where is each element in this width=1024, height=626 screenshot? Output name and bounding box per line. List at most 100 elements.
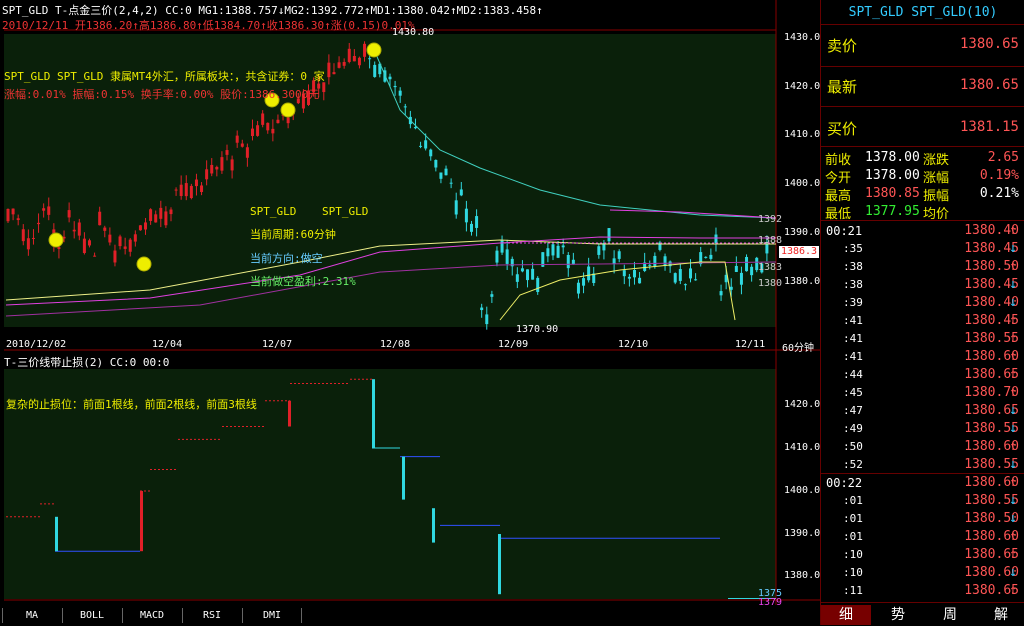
smiley-icon [136,256,152,272]
tab-boll[interactable]: BOLL [62,608,121,623]
candle-body [6,208,10,222]
tick-price: 1380.55 [964,457,1019,472]
stat-label: 前收 [825,153,852,168]
period-label: 60分钟 [782,343,815,354]
stats-box: 前收 1378.00 涨跌 2.65 今开 1378.00 涨幅 0.19% 最… [821,146,1024,222]
tab-week[interactable]: 周 [925,605,975,625]
tick-time: :52 [843,458,863,471]
tab-explain[interactable]: 解 [977,605,1024,625]
candle-body [745,256,749,272]
ma-line-purple [5,261,777,317]
candle-body [648,264,652,266]
tick-price: 1380.50 [964,259,1019,274]
candle-body [189,185,193,199]
candle-body [429,149,433,157]
tick-time: :10 [843,566,863,579]
candle-body [332,72,336,75]
stat-label: 振幅 [923,189,950,204]
tick-time: :44 [843,368,863,381]
candle-body [118,236,122,247]
tick-price: 1380.65 [964,547,1019,562]
candle-body [368,58,372,60]
tick-time: :41 [843,332,863,345]
candle-body [31,237,35,239]
candle-body [276,119,280,124]
arrow-up-icon: ↑ [1009,367,1017,382]
candle-body [16,218,20,221]
candle-body [342,61,346,66]
candle-body [72,229,76,232]
candle-body [250,128,254,137]
stop-bar [432,508,435,543]
candle-body [215,166,219,170]
tab-rsi[interactable]: RSI [182,608,241,623]
arrow-down-icon: ↓ [1009,565,1017,580]
candle-body [520,268,524,272]
candle-body [536,277,540,292]
stat-label: 涨幅 [923,171,950,186]
tab-trend[interactable]: 势 [873,605,923,625]
tick-price: 1380.40 [964,223,1019,238]
tick-time: :41 [843,350,863,363]
candle-body [419,145,423,147]
arrow-up-icon: ↑ [1009,259,1017,274]
buy-label: 买价 [827,120,858,138]
smiley-icon [48,232,64,248]
arrow-down-icon: ↓ [1009,241,1017,256]
tick-price: 1380.55 [964,331,1019,346]
candle-body [164,211,168,226]
candle-body [449,182,453,184]
tick-time: :50 [843,440,863,453]
stop-bar [140,491,143,552]
ma-label: 1392 [758,214,783,225]
chart-code: SPT_GLD [250,205,297,218]
y-tick: 1400.0 [784,485,821,496]
candle-body [403,106,407,108]
candle-body [149,209,153,221]
candle-body [37,222,41,225]
candle-body [612,258,616,264]
candle-body [42,208,46,211]
y-tick: 1420.0 [784,81,821,92]
tick-price: 1380.60 [964,349,1019,364]
candle-body [495,250,499,263]
candle-body [704,256,708,258]
tick-price: 1380.60 [964,439,1019,454]
candle-body [469,223,473,232]
candle-body [128,239,132,252]
arrow-down-icon: ↓ [1009,457,1017,472]
candle-body [673,273,677,283]
tab-macd[interactable]: MACD [122,608,181,623]
arrow-up-icon: ↑ [1009,583,1017,598]
tick-list[interactable]: 00:21 1380.40 ↑:35 1380.45 ↓:38 1380.50 ↑:38 13… [821,220,1024,603]
candle-body [113,250,117,263]
candle-body [683,284,687,286]
tab-detail[interactable]: 细 [821,605,871,625]
stop-bar [55,516,58,552]
tab-dmi[interactable]: DMI [242,608,302,623]
tick-time: :01 [843,512,863,525]
last-box: 最新 1380.65 [821,66,1024,107]
arrow-up-icon: ↑ [1009,475,1017,490]
candle-body [526,269,530,281]
tick-time: :38 [843,260,863,273]
candle-body [678,269,682,281]
tick-price: 1380.55 [964,421,1019,436]
candle-body [82,238,86,254]
stat-label: 今开 [825,171,852,186]
y-tick: 1380.0 [784,570,821,581]
arrow-down-icon: ↓ [1009,295,1017,310]
candle-body [179,184,183,197]
candle-body [352,55,356,62]
buy-box: 买价 1381.15 [821,106,1024,147]
candle-body [689,268,693,279]
tab-ma[interactable]: MA [2,608,61,623]
candle-body [546,248,550,257]
stat-value: 1378.00 [865,150,920,165]
candle-body [266,122,270,131]
candle-body [597,246,601,255]
arrow-down-icon: ↓ [1009,421,1017,436]
smiley-icon [280,102,296,118]
candle-body [709,254,713,259]
candle-body [184,183,188,197]
